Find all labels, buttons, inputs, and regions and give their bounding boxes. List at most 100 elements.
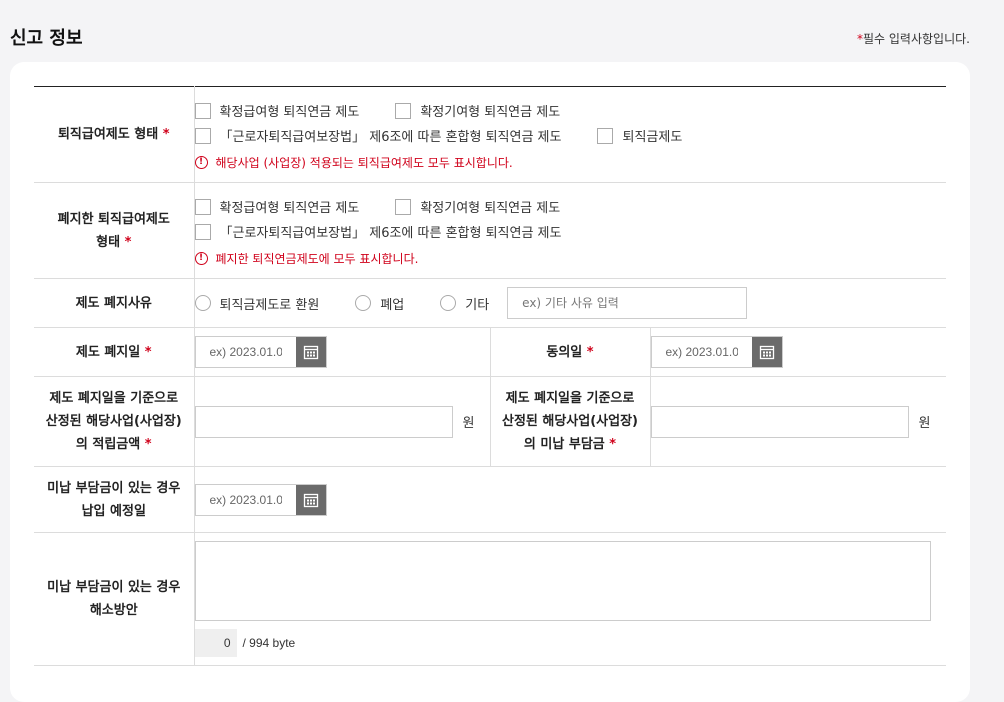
consent-date-cell bbox=[650, 327, 946, 377]
warning-text: 폐지한 퇴직연금제도에 모두 표시합니다. bbox=[215, 252, 419, 266]
label-line: 제도 폐지일을 기준으로 bbox=[505, 391, 635, 406]
row-amounts: 제도 폐지일을 기준으로산정된 해당사업(사업장) 의 적립금액 * 원 제도 폐… bbox=[34, 376, 946, 467]
abolished-type-label: 폐지한 퇴직급여제도 형태 * bbox=[34, 182, 195, 279]
consent-date-label: 동의일 * bbox=[489, 327, 651, 377]
reason-option-revert[interactable]: 퇴직금제도로 환원 bbox=[194, 294, 320, 313]
won-unit: 원 bbox=[918, 416, 931, 431]
checkbox[interactable] bbox=[194, 127, 211, 144]
payment-date-input[interactable] bbox=[195, 484, 296, 515]
reserve-amount-cell: 원 bbox=[194, 376, 490, 467]
radio-button[interactable] bbox=[355, 295, 372, 311]
abolish-date-cell bbox=[194, 327, 490, 377]
won-unit: 원 bbox=[462, 416, 475, 431]
abolished-option-hybrid[interactable]: 「근로자퇴직급여보장법」 제6조에 따른 혼합형 퇴직연금 제도 bbox=[194, 222, 561, 241]
consent-date-picker bbox=[650, 336, 783, 368]
warning-circle-icon: ! bbox=[194, 252, 208, 265]
calendar-button[interactable] bbox=[751, 337, 782, 367]
warning-text: 해당사업 (사업장) 적용되는 퇴직급여제도 모두 표시합니다. bbox=[215, 156, 513, 170]
option-label: 기타 bbox=[465, 297, 490, 313]
reserve-amount-label: 제도 폐지일을 기준으로 산정된 해당사업(사업장) 의 적립금액 * bbox=[34, 376, 195, 467]
calendar-button[interactable] bbox=[295, 337, 326, 367]
label-line: 형태 bbox=[96, 234, 121, 250]
row-payment-date: 미납 부담금이 있는 경우납입 예정일 bbox=[34, 466, 946, 533]
plan-type-option-hybrid[interactable]: 「근로자퇴직급여보장법」 제6조에 따른 혼합형 퇴직연금 제도 bbox=[194, 126, 562, 145]
label-text: 제도 폐지사유 bbox=[75, 295, 152, 311]
radio-button[interactable] bbox=[440, 295, 457, 311]
required-note: *필수 입력사항입니다. bbox=[857, 30, 970, 47]
label-line: 산정된 해당사업(사업장) bbox=[45, 414, 182, 429]
radio-button[interactable] bbox=[194, 295, 211, 311]
abolish-date-picker bbox=[194, 336, 327, 368]
abolish-date-input[interactable] bbox=[195, 337, 296, 367]
row-resolution: 미납 부담금이 있는 경우해소방안 0 / 994 byte bbox=[34, 532, 947, 666]
unpaid-amount-cell: 원 bbox=[650, 376, 946, 467]
option-label: 「근로자퇴직급여보장법」 제6조에 따른 혼합형 퇴직연금 제도 bbox=[219, 130, 562, 145]
payment-date-label: 미납 부담금이 있는 경우납입 예정일 bbox=[34, 466, 195, 533]
abolish-reason-options: 퇴직금제도로 환원 폐업 기타 bbox=[194, 278, 946, 328]
checkbox[interactable] bbox=[395, 198, 412, 215]
checkbox[interactable] bbox=[194, 198, 211, 215]
option-label: 퇴직금제도로 환원 bbox=[219, 297, 320, 313]
required-note-text: 필수 입력사항입니다. bbox=[863, 32, 970, 46]
reason-option-other[interactable]: 기타 bbox=[440, 294, 489, 313]
byte-count: 0 bbox=[194, 629, 237, 657]
unpaid-amount-input[interactable] bbox=[650, 405, 909, 438]
calendar-button[interactable] bbox=[295, 484, 326, 515]
label-line: 미납 부담금이 있는 경우 bbox=[47, 580, 181, 595]
required-star: * bbox=[609, 437, 617, 452]
plan-type-options: 확정급여형 퇴직연금 제도 확정기여형 퇴직연금 제도 「근로자퇴직급여보장법」… bbox=[194, 86, 947, 183]
resolution-label: 미납 부담금이 있는 경우해소방안 bbox=[34, 532, 195, 666]
label-line: 미납 부담금이 있는 경우 bbox=[47, 480, 181, 496]
reason-option-closure[interactable]: 폐업 bbox=[355, 294, 404, 313]
option-label: 확정급여형 퇴직연금 제도 bbox=[219, 201, 360, 216]
option-label: 확정기여형 퇴직연금 제도 bbox=[420, 201, 561, 216]
abolished-type-options: 확정급여형 퇴직연금 제도 확정기여형 퇴직연금 제도 「근로자퇴직급여보장법」… bbox=[194, 182, 946, 279]
option-label: 폐업 bbox=[380, 297, 405, 313]
warning-circle-icon: ! bbox=[194, 156, 208, 169]
label-line: 산정된 해당사업(사업장) bbox=[501, 414, 638, 429]
required-star: * bbox=[162, 127, 170, 142]
label-line: 제도 폐지일을 기준으로 bbox=[49, 391, 179, 406]
plan-type-option-db[interactable]: 확정급여형 퇴직연금 제도 bbox=[194, 101, 360, 120]
plan-type-label-text: 퇴직급여제도 형태 bbox=[57, 127, 159, 142]
label-line: 의 적립금액 bbox=[75, 437, 141, 452]
abolished-option-db[interactable]: 확정급여형 퇴직연금 제도 bbox=[194, 197, 360, 216]
calendar-icon bbox=[303, 345, 318, 360]
abolished-option-dc[interactable]: 확정기여형 퇴직연금 제도 bbox=[395, 197, 560, 216]
checkbox[interactable] bbox=[194, 223, 211, 240]
byte-limit: / 994 byte bbox=[242, 636, 296, 650]
other-reason-input[interactable] bbox=[507, 287, 748, 319]
label-line: 폐지한 퇴직급여제도 bbox=[57, 211, 170, 227]
form-card: 퇴직급여제도 형태 * 확정급여형 퇴직연금 제도 확정기여형 퇴직연금 제도 … bbox=[10, 62, 970, 702]
row-plan-type: 퇴직급여제도 형태 * 확정급여형 퇴직연금 제도 확정기여형 퇴직연금 제도 … bbox=[34, 86, 947, 183]
plan-type-option-severance[interactable]: 퇴직금제도 bbox=[597, 126, 682, 145]
unpaid-amount-label: 제도 폐지일을 기준으로산정된 해당사업(사업장) 의 미납 부담금 * bbox=[489, 376, 651, 467]
label-line: 납입 예정일 bbox=[81, 503, 146, 519]
row-abolish-date: 제도 폐지일 * 동의일 * bbox=[34, 327, 946, 377]
required-star: * bbox=[144, 344, 152, 360]
option-label: 확정기여형 퇴직연금 제도 bbox=[420, 105, 561, 120]
plan-type-label: 퇴직급여제도 형태 * bbox=[34, 86, 195, 183]
checkbox[interactable] bbox=[194, 102, 211, 119]
resolution-cell: 0 / 994 byte bbox=[194, 532, 947, 666]
consent-date-input[interactable] bbox=[651, 337, 752, 367]
option-label: 퇴직금제도 bbox=[622, 130, 683, 145]
label-line: 해소방안 bbox=[89, 603, 138, 618]
report-info-table: 퇴직급여제도 형태 * 확정급여형 퇴직연금 제도 확정기여형 퇴직연금 제도 … bbox=[34, 86, 946, 666]
plan-type-warning: ! 해당사업 (사업장) 적용되는 퇴직급여제도 모두 표시합니다. bbox=[194, 154, 947, 171]
reserve-amount-input[interactable] bbox=[194, 405, 453, 438]
byte-counter: 0 / 994 byte bbox=[194, 629, 947, 657]
label-text: 제도 폐지일 bbox=[75, 344, 141, 360]
label-text: 동의일 bbox=[546, 344, 583, 360]
required-star: * bbox=[586, 344, 594, 360]
label-line: 의 미납 부담금 bbox=[523, 437, 605, 452]
abolish-reason-label: 제도 폐지사유 bbox=[34, 278, 195, 328]
plan-type-option-dc[interactable]: 확정기여형 퇴직연금 제도 bbox=[395, 101, 560, 120]
calendar-icon bbox=[759, 345, 774, 360]
page-title: 신고 정보 bbox=[10, 28, 83, 49]
checkbox[interactable] bbox=[395, 102, 412, 119]
resolution-textarea[interactable] bbox=[194, 541, 931, 621]
option-label: 확정급여형 퇴직연금 제도 bbox=[219, 105, 360, 120]
row-abolished-type: 폐지한 퇴직급여제도 형태 * 확정급여형 퇴직연금 제도 확정기여형 퇴직연금 … bbox=[34, 182, 946, 279]
checkbox[interactable] bbox=[597, 127, 614, 144]
